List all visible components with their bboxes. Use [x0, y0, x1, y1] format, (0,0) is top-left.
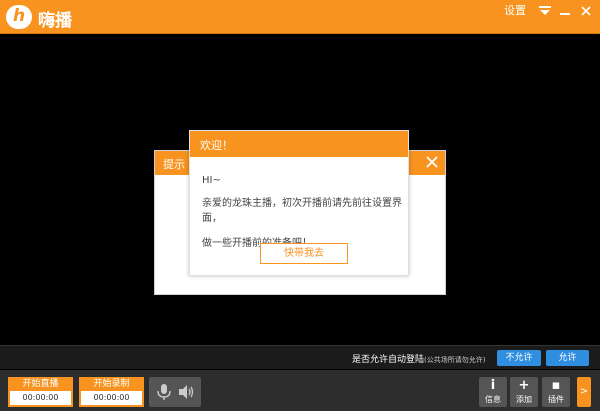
plugin-button[interactable]: ▪ 插件 — [542, 377, 570, 407]
auto-login-subtext: (公共场所请勿允许) — [424, 356, 486, 364]
start-live-button[interactable]: 开始直播 00:00:00 — [8, 377, 73, 407]
welcome-dialog-header: 欢迎！ — [190, 131, 408, 157]
expand-arrow-icon[interactable]: > — [577, 377, 591, 407]
settings-button[interactable]: 设置 — [500, 0, 530, 22]
microphone-icon[interactable] — [155, 383, 173, 401]
plugin-label: 插件 — [548, 395, 564, 404]
go-to-settings-button[interactable]: 快带我去 — [260, 243, 348, 264]
logo-glyph: h — [12, 6, 26, 26]
welcome-dialog-body: HI~ 亲爱的龙珠主播，初次开播前请先前往设置界面， 做一些开播前的准备吧！ — [190, 157, 408, 249]
start-record-label: 开始录制 — [93, 379, 130, 389]
start-live-label: 开始直播 — [22, 379, 59, 389]
auto-login-notice: 是否允许自动登陆(公共场所请勿允许) 不允许 允许 — [0, 345, 600, 369]
welcome-dialog-title: 欢迎！ — [200, 139, 233, 152]
prompt-dialog-title: 提示 — [163, 158, 185, 171]
live-timer: 00:00:00 — [10, 391, 71, 405]
start-record-button[interactable]: 开始录制 00:00:00 — [79, 377, 144, 407]
plugin-icon: ▪ — [551, 378, 561, 393]
add-button[interactable]: + 添加 — [510, 377, 538, 407]
add-label: 添加 — [516, 395, 532, 404]
welcome-greeting: HI~ — [202, 175, 221, 186]
record-timer: 00:00:00 — [81, 391, 142, 405]
deny-button[interactable]: 不允许 — [497, 350, 541, 366]
auto-login-question: 是否允许自动登陆(公共场所请勿允许) — [352, 352, 485, 365]
auto-login-text: 是否允许自动登陆 — [352, 355, 425, 365]
plus-icon: + — [518, 378, 530, 393]
window-close-icon[interactable] — [578, 0, 594, 22]
welcome-dialog: 欢迎！ HI~ 亲爱的龙珠主播，初次开播前请先前往设置界面， 做一些开播前的准备… — [189, 130, 409, 276]
info-button[interactable]: i 信息 — [479, 377, 507, 407]
menu-dropdown-icon[interactable] — [537, 0, 553, 22]
audio-controls — [149, 377, 201, 407]
info-label: 信息 — [485, 395, 501, 404]
minimize-icon[interactable] — [557, 0, 573, 22]
app-title: 嗨播 — [38, 11, 72, 31]
app-logo-icon: h — [6, 5, 32, 29]
bottom-toolbar: 开始直播 00:00:00 开始录制 00:00:00 i 信息 + 添加 ▪ … — [0, 370, 600, 411]
welcome-message-line1: 亲爱的龙珠主播，初次开播前请先前往设置界面， — [202, 198, 402, 224]
speaker-icon[interactable] — [177, 383, 195, 401]
title-bar: h 嗨播 设置 — [0, 0, 600, 34]
info-icon: i — [490, 378, 496, 393]
prompt-close-icon[interactable] — [423, 153, 441, 171]
allow-button[interactable]: 允许 — [546, 350, 589, 366]
